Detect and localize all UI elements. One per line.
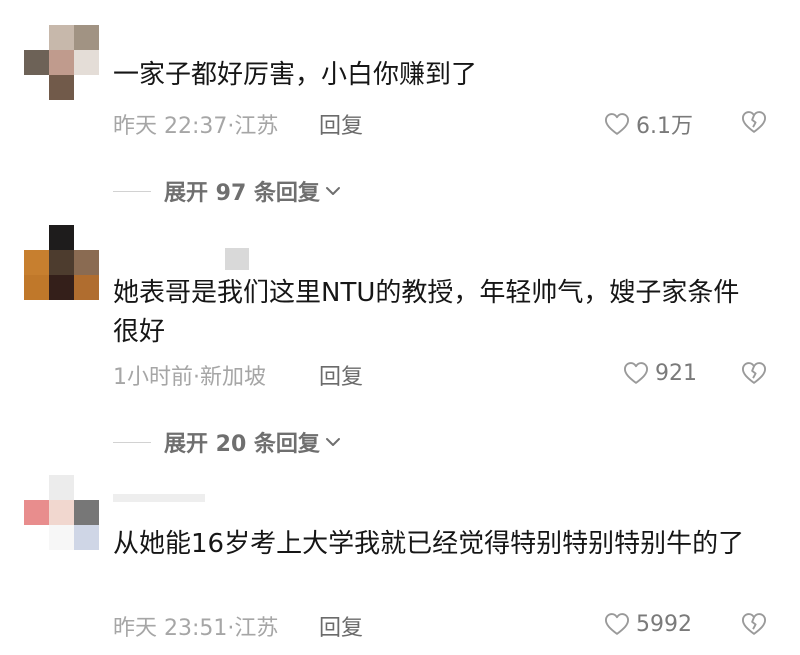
avatar-pixel [24, 500, 49, 525]
avatar-pixel [49, 50, 74, 75]
chevron-down-icon [325, 187, 340, 195]
comment-location: 新加坡 [200, 365, 267, 390]
avatar-pixel [74, 225, 99, 250]
username-blurred[interactable] [225, 248, 249, 270]
avatar-pixel [24, 525, 49, 550]
avatar-pixel [74, 25, 99, 50]
comment-meta: 昨天 23:51·江苏 [113, 610, 278, 642]
comment-location: 江苏 [234, 616, 279, 641]
reply-button[interactable]: 回复 [319, 359, 363, 391]
avatar-pixel [24, 25, 49, 50]
comment-meta: 昨天 22:37·江苏 [113, 108, 278, 140]
comment-time: 昨天 22:37 [113, 114, 228, 139]
divider [113, 190, 151, 192]
comment-time: 1小时前 [113, 365, 193, 390]
like-button[interactable]: 921 [622, 359, 697, 387]
dislike-button[interactable] [740, 108, 768, 140]
avatar-pixel [49, 75, 74, 100]
reply-button[interactable]: 回复 [319, 610, 363, 642]
comment-location: 江苏 [234, 114, 279, 139]
expand-replies-label: 展开 97 条回复 [164, 181, 320, 206]
comment-meta: 1小时前·新加坡 [113, 359, 266, 391]
avatar-pixel [74, 500, 99, 525]
comment-text: 她表哥是我们这里NTU的教授，年轻帅气，嫂子家条件很好 [113, 278, 740, 347]
avatar-pixel [49, 475, 74, 500]
avatar-pixel [24, 475, 49, 500]
like-count: 6.1万 [636, 114, 693, 139]
divider [113, 441, 151, 443]
heart-outline-icon [604, 613, 630, 635]
comment-time: 昨天 23:51 [113, 616, 228, 641]
avatar[interactable] [24, 225, 99, 300]
heart-outline-icon [604, 113, 630, 135]
like-count: 5992 [636, 611, 692, 637]
broken-heart-icon [741, 362, 767, 384]
like-button[interactable]: 5992 [603, 610, 692, 638]
username-blurred[interactable] [113, 494, 205, 502]
like-button[interactable]: 6.1万 [603, 108, 693, 140]
like-count: 921 [655, 360, 697, 386]
avatar-pixel [74, 525, 99, 550]
expand-replies-label: 展开 20 条回复 [164, 432, 320, 457]
comment-text: 一家子都好厉害，小白你赚到了 [113, 60, 478, 90]
avatar-pixel [74, 475, 99, 500]
avatar-pixel [24, 275, 49, 300]
avatar-pixel [49, 525, 74, 550]
avatar-pixel [74, 50, 99, 75]
avatar-pixel [49, 250, 74, 275]
chevron-down-icon [325, 438, 340, 446]
avatar-pixel [49, 25, 74, 50]
expand-replies-button[interactable]: 展开 97 条回复 [113, 175, 342, 207]
expand-replies-button[interactable]: 展开 20 条回复 [113, 426, 342, 458]
broken-heart-icon [741, 111, 767, 133]
avatar-pixel [74, 275, 99, 300]
avatar-pixel [49, 275, 74, 300]
avatar-pixel [49, 225, 74, 250]
avatar-pixel [49, 500, 74, 525]
dislike-button[interactable] [740, 610, 768, 642]
avatar-pixel [24, 50, 49, 75]
broken-heart-icon [741, 613, 767, 635]
reply-button[interactable]: 回复 [319, 108, 363, 140]
avatar-pixel [74, 250, 99, 275]
avatar-pixel [74, 75, 99, 100]
meta-separator: · [193, 365, 200, 390]
avatar-pixel [24, 75, 49, 100]
comment-text: 从她能16岁考上大学我就已经觉得特别特别特别牛的了 [113, 529, 745, 559]
heart-outline-icon [623, 362, 649, 384]
dislike-button[interactable] [740, 359, 768, 391]
avatar-pixel [24, 225, 49, 250]
avatar[interactable] [24, 475, 99, 550]
avatar-pixel [24, 250, 49, 275]
avatar[interactable] [24, 25, 99, 100]
